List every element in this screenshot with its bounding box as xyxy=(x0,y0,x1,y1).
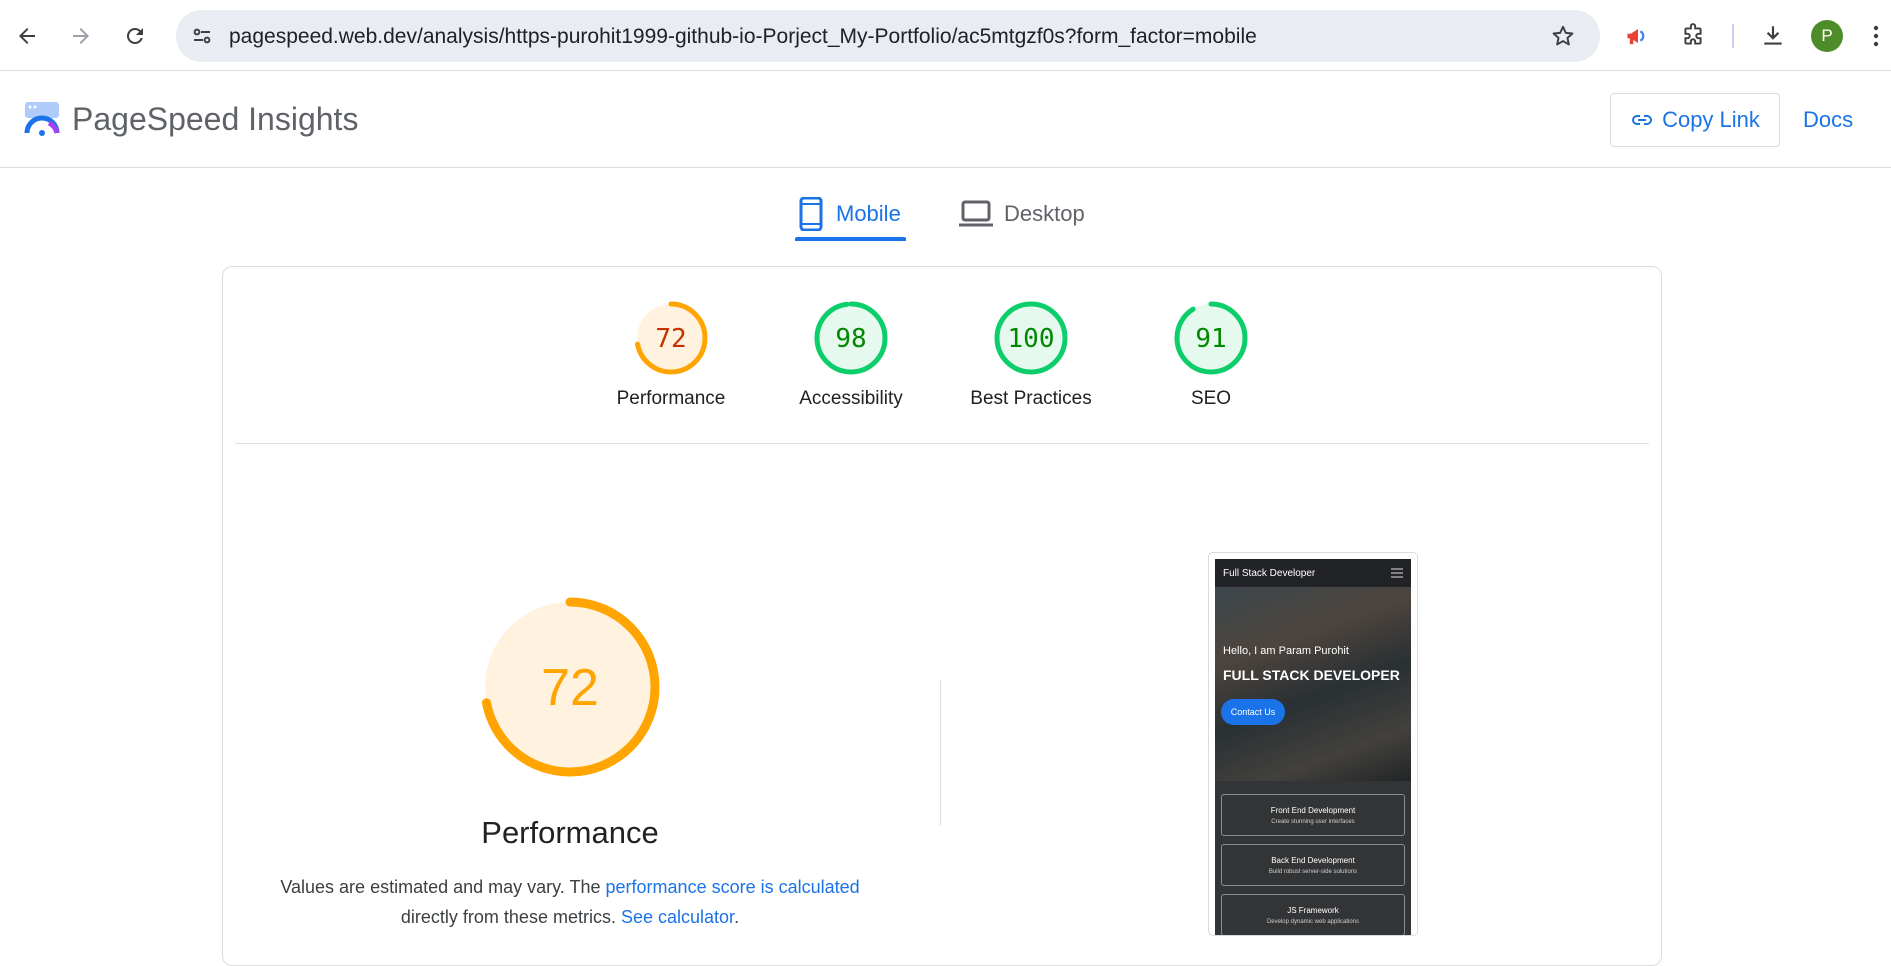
megaphone-extension-icon[interactable] xyxy=(1620,18,1656,54)
service-sub: Build robust server-side solutions xyxy=(1268,869,1358,875)
gauge-ring: 100 xyxy=(994,301,1068,375)
hero-overlay xyxy=(1215,587,1411,781)
gauge-ring: 98 xyxy=(814,301,888,375)
vertical-divider xyxy=(940,680,941,826)
score-gauge-best-practices[interactable]: 100 Best Practices xyxy=(941,300,1121,410)
page-title: PageSpeed Insights xyxy=(72,101,359,137)
site-settings-icon[interactable] xyxy=(190,24,214,53)
tab-desktop[interactable]: Desktop xyxy=(958,186,1085,242)
screenshot-service-card: Front End Development Create stunning us… xyxy=(1221,794,1405,836)
bookmark-star-icon[interactable] xyxy=(1550,23,1576,54)
section-divider xyxy=(235,443,1649,444)
screenshot-service-card: Back End Development Build robust server… xyxy=(1221,844,1405,886)
screenshot-navbar: Full Stack Developer xyxy=(1215,559,1411,587)
screenshot-headline: FULL STACK DEVELOPER xyxy=(1223,667,1400,683)
forward-arrow-icon[interactable] xyxy=(63,18,99,54)
gauge-label: SEO xyxy=(1190,388,1232,409)
score-gauge-performance[interactable]: 72 Performance xyxy=(581,300,761,410)
screenshot-hello: Hello, I am Param Purohit xyxy=(1223,645,1349,657)
service-sub: Develop dynamic web applications xyxy=(1266,919,1360,925)
extensions-puzzle-icon[interactable] xyxy=(1675,18,1711,54)
performance-big-gauge: 72 xyxy=(476,593,664,786)
tab-desktop-label: Desktop xyxy=(1004,201,1085,226)
gauge-label: Best Practices xyxy=(970,388,1092,409)
pagespeed-logo-icon[interactable] xyxy=(22,99,62,144)
docs-link[interactable]: Docs xyxy=(1803,107,1853,133)
gauge-value: 98 xyxy=(835,324,866,354)
hamburger-menu-icon xyxy=(1391,568,1403,578)
link-icon xyxy=(1632,115,1653,125)
screenshot-screen: Full Stack Developer Hello, I am Param P… xyxy=(1215,559,1411,935)
service-title: Front End Development xyxy=(1270,806,1356,815)
desc-text-1: Values are estimated and may vary. The xyxy=(280,877,601,897)
profile-avatar[interactable]: P xyxy=(1811,20,1843,52)
screenshot-service-card: JS Framework Develop dynamic web applica… xyxy=(1221,894,1405,935)
toolbar-separator xyxy=(1732,24,1734,48)
service-title: JS Framework xyxy=(1287,906,1339,915)
screenshot-hero: Hello, I am Param Purohit FULL STACK DEV… xyxy=(1215,587,1411,781)
service-title: Back End Development xyxy=(1271,856,1355,865)
gauge-ring: 72 xyxy=(634,301,708,375)
score-gauge-accessibility[interactable]: 98 Accessibility xyxy=(761,300,941,410)
desc-text-3: . xyxy=(734,907,740,927)
reload-icon[interactable] xyxy=(117,18,153,54)
tab-mobile[interactable]: Mobile xyxy=(796,186,901,242)
desc-text-2: directly from these metrics. xyxy=(400,907,616,927)
gauge-value: 91 xyxy=(1195,324,1226,354)
gauge-label: Performance xyxy=(616,388,726,409)
big-gauge-value: 72 xyxy=(541,659,599,717)
see-calculator-link[interactable]: See calculator xyxy=(621,907,734,927)
page-screenshot[interactable]: Full Stack Developer Hello, I am Param P… xyxy=(1208,552,1418,936)
gauge-label: Accessibility xyxy=(799,388,903,409)
gauge-ring: 91 xyxy=(1174,301,1248,375)
laptop-icon xyxy=(959,200,993,227)
score-gauge-seo[interactable]: 91 SEO xyxy=(1121,300,1301,410)
tab-mobile-label: Mobile xyxy=(836,201,901,226)
screenshot-site-title: Full Stack Developer xyxy=(1223,567,1316,579)
download-icon[interactable] xyxy=(1755,18,1791,54)
performance-description: Values are estimated and may vary. The p… xyxy=(270,872,870,932)
performance-heading: Performance xyxy=(481,815,659,850)
smartphone-icon xyxy=(799,197,823,231)
score-calculated-link[interactable]: performance score is calculated xyxy=(606,877,860,897)
active-tab-indicator xyxy=(795,237,906,241)
more-vert-icon[interactable] xyxy=(1866,18,1886,54)
url-text[interactable]: pagespeed.web.dev/analysis/https-purohit… xyxy=(229,25,1257,49)
service-sub: Create stunning user interfaces xyxy=(1271,819,1355,825)
browser-toolbar: pagespeed.web.dev/analysis/https-purohit… xyxy=(0,0,1891,71)
gauge-value: 72 xyxy=(655,324,686,354)
back-arrow-icon[interactable] xyxy=(9,18,45,54)
copy-link-button[interactable]: Copy Link xyxy=(1610,93,1780,147)
psi-header: PageSpeed Insights Copy Link Docs xyxy=(0,71,1891,168)
copy-link-label: Copy Link xyxy=(1662,107,1760,132)
address-bar[interactable]: pagespeed.web.dev/analysis/https-purohit… xyxy=(176,10,1600,62)
screenshot-contact-button: Contact Us xyxy=(1221,699,1285,725)
gauge-value: 100 xyxy=(1008,324,1055,354)
